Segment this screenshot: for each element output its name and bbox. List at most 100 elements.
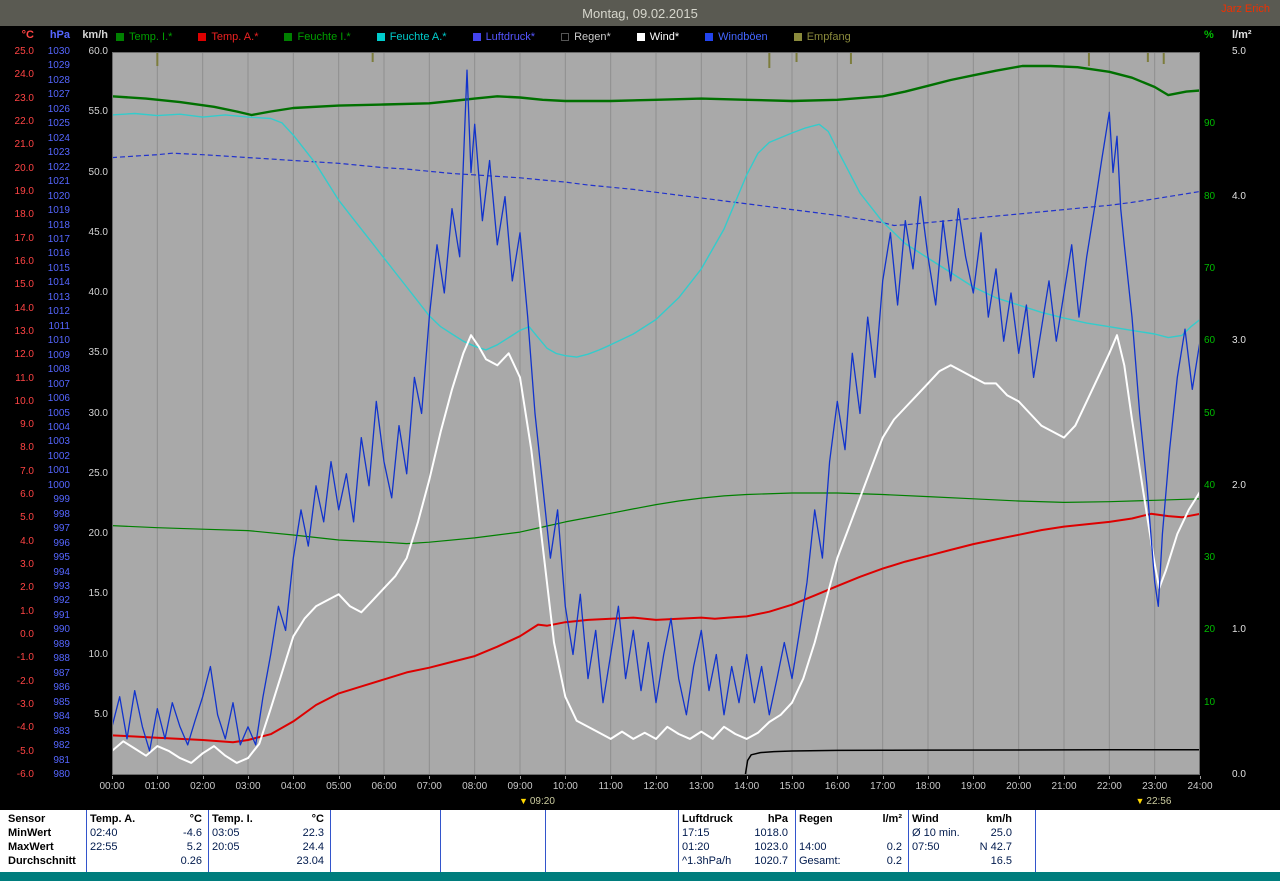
legend-item-wind: Wind* (637, 31, 679, 43)
legend-label-temp-i: Temp. I.* (129, 31, 172, 43)
user-label: Jarz Erich (1221, 3, 1270, 15)
x-axis-label: 10:00 (545, 781, 585, 792)
axis-tick-kmh: 15.0 (72, 589, 108, 599)
legend-label-feuchte-i: Feuchte I.* (297, 31, 350, 43)
axis-tick-lm2: 1.0 (1232, 625, 1268, 635)
axis-tick-lm2: 0.0 (1232, 770, 1268, 780)
x-axis-label: 19:00 (953, 781, 993, 792)
x-axis-tick (611, 776, 612, 779)
feuchte-i-swatch-icon (284, 33, 292, 41)
axis-tick-hpa: 1007 (38, 380, 70, 390)
axis-tick-hpa: 1025 (38, 119, 70, 129)
table-cell: 22.3 (212, 827, 324, 839)
axis-tick-hpa: 981 (38, 756, 70, 766)
axis-tick-c: 21.0 (4, 140, 34, 150)
axis-tick-c: 20.0 (4, 164, 34, 174)
axis-tick-lm2: 5.0 (1232, 47, 1268, 57)
axis-tick-hpa: 1016 (38, 249, 70, 259)
axis-tick-hpa: 987 (38, 669, 70, 679)
x-axis-label: 21:00 (1044, 781, 1084, 792)
x-axis-tick (1200, 776, 1201, 779)
axis-tick-c: 5.0 (4, 513, 34, 523)
regen-swatch-icon (561, 33, 569, 41)
axis-tick-c: 3.0 (4, 560, 34, 570)
axis-tick-hpa: 1019 (38, 206, 70, 216)
table-cell: 0.26 (90, 855, 202, 867)
axis-tick-hpa: 1012 (38, 307, 70, 317)
axis-tick-hpa: 1004 (38, 423, 70, 433)
axis-tick-hpa: 1015 (38, 264, 70, 274)
table-cell: 5.2 (90, 841, 202, 853)
axis-tick-c: 7.0 (4, 467, 34, 477)
table-row-label: Sensor (8, 813, 45, 825)
axis-tick-pct: 10 (1204, 698, 1226, 708)
x-axis-tick (792, 776, 793, 779)
legend-label-wind: Wind* (650, 31, 679, 43)
axis-tick-lm2: 3.0 (1232, 336, 1268, 346)
status-strip (0, 872, 1280, 881)
x-axis-tick (928, 776, 929, 779)
axis-tick-c: 6.0 (4, 490, 34, 500)
legend-label-regen: Regen* (574, 31, 611, 43)
legend-label-windboeen: Windböen (718, 31, 768, 43)
time-marker: ▼09:20 (519, 796, 555, 807)
axis-tick-pct: 40 (1204, 481, 1226, 491)
axis-tick-lm2: 4.0 (1232, 192, 1268, 202)
axis-tick-hpa: 992 (38, 596, 70, 606)
axis-tick-kmh: 10.0 (72, 650, 108, 660)
weather-app-window: Montag, 09.02.2015 Jarz Erich Temp. I.*T… (0, 0, 1280, 881)
axis-tick-c: 1.0 (4, 607, 34, 617)
axis-unit-lm2: l/m² (1232, 29, 1268, 41)
axis-tick-c: 4.0 (4, 537, 34, 547)
x-axis-label: 14:00 (727, 781, 767, 792)
axis-tick-hpa: 1006 (38, 394, 70, 404)
x-axis-tick (656, 776, 657, 779)
axis-tick-hpa: 1028 (38, 76, 70, 86)
table-cell: 1018.0 (682, 827, 788, 839)
legend-item-regen: Regen* (561, 31, 611, 43)
x-axis-tick (883, 776, 884, 779)
axis-tick-kmh: 50.0 (72, 168, 108, 178)
x-axis-label: 17:00 (863, 781, 903, 792)
x-axis-tick (293, 776, 294, 779)
x-axis-label: 00:00 (92, 781, 132, 792)
table-cell: 1020.7 (682, 855, 788, 867)
table-header-unit: hPa (682, 813, 788, 825)
x-axis-tick (1019, 776, 1020, 779)
marker-flag-icon: ▼ (1135, 796, 1144, 806)
x-axis-label: 06:00 (364, 781, 404, 792)
axis-tick-c: -4.0 (4, 723, 34, 733)
axis-tick-pct: 50 (1204, 409, 1226, 419)
table-cell: 16.5 (912, 855, 1012, 867)
axis-tick-c: 11.0 (4, 374, 34, 384)
x-axis-tick (112, 776, 113, 779)
axis-tick-pct: 90 (1204, 119, 1226, 129)
axis-tick-c: 0.0 (4, 630, 34, 640)
plot-area[interactable] (112, 52, 1200, 775)
axis-tick-hpa: 1002 (38, 452, 70, 462)
x-axis-tick (429, 776, 430, 779)
legend-label-empfang: Empfang (807, 31, 851, 43)
x-axis-label: 15:00 (772, 781, 812, 792)
x-axis-label: 16:00 (817, 781, 857, 792)
x-axis-label: 05:00 (319, 781, 359, 792)
axis-tick-c: 13.0 (4, 327, 34, 337)
plot-svg[interactable] (112, 52, 1200, 775)
luftdruck-swatch-icon (473, 33, 481, 41)
time-marker-label: 22:56 (1146, 796, 1171, 807)
axis-tick-hpa: 1029 (38, 61, 70, 71)
axis-tick-hpa: 1024 (38, 134, 70, 144)
axis-tick-hpa: 995 (38, 553, 70, 563)
table-column-separator (795, 810, 796, 872)
axis-tick-kmh: 35.0 (72, 348, 108, 358)
axis-tick-hpa: 1021 (38, 177, 70, 187)
axis-tick-c: 24.0 (4, 70, 34, 80)
legend-item-empfang: Empfang (794, 31, 851, 43)
legend-item-feuchte-a: Feuchte A.* (377, 31, 447, 43)
axis-tick-c: 15.0 (4, 280, 34, 290)
axis-tick-c: 22.0 (4, 117, 34, 127)
x-axis-label: 24:00 (1180, 781, 1220, 792)
axis-tick-hpa: 1003 (38, 437, 70, 447)
table-header-unit: °C (212, 813, 324, 825)
table-cell: 25.0 (912, 827, 1012, 839)
